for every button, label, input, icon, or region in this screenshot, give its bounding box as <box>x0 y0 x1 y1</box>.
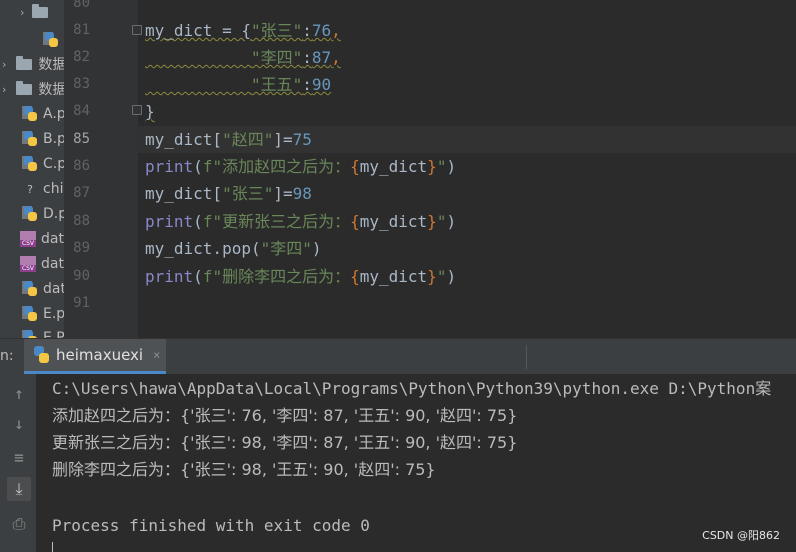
line-number: 80 <box>73 0 90 11</box>
close-icon[interactable]: × <box>153 348 160 362</box>
soft-wrap-icon[interactable]: ≡ <box>7 446 31 470</box>
tree-item-csv-1[interactable]: CSV dat <box>20 227 64 251</box>
line-number: 84 <box>73 103 90 119</box>
folder-icon <box>32 3 48 18</box>
tree-item-py[interactable] <box>0 28 64 52</box>
csv-file-icon: CSV <box>20 231 36 247</box>
python-icon <box>32 346 50 364</box>
console-line-output: 添加赵四之后为：{'张三': 76, '李四': 87, '王五': 90, '… <box>52 406 518 425</box>
ide-top-area: › › 数据 › 数据 A.p B.p C.p ? chi D.p CSV dat CS… <box>0 0 796 338</box>
folder-icon <box>16 55 33 70</box>
arrow-up-icon[interactable]: ↑ <box>7 382 31 406</box>
editor-gutter[interactable]: 80 81 82 83 84 85 86 87 88 89 90 91 <box>64 0 142 338</box>
tree-item-label: dat <box>41 256 64 272</box>
console-line-output: 更新张三之后为：{'张三': 98, '李四': 87, '王五': 90, '… <box>52 433 518 452</box>
python-file-icon <box>43 32 59 48</box>
console-caret <box>52 542 53 552</box>
tree-item-file-e[interactable]: E.p <box>22 302 64 326</box>
tree-item-file-b[interactable]: B.p <box>22 127 64 151</box>
code-line-90: print(f"删除李四之后为：{my_dict}") <box>145 267 457 286</box>
line-number: 82 <box>73 49 90 65</box>
line-number: 81 <box>73 22 90 38</box>
tree-item-folder[interactable]: › <box>0 0 64 24</box>
python-file-icon <box>22 156 38 172</box>
line-number: 89 <box>73 240 90 256</box>
run-panel-header: n: heimaxuexi × <box>0 338 796 375</box>
line-number-current: 85 <box>73 131 90 147</box>
tree-item-label: E.P <box>43 330 64 338</box>
line-number: 88 <box>73 213 90 229</box>
folder-icon <box>16 80 33 95</box>
tree-item-data-folder-2[interactable]: › 数据 <box>0 77 64 101</box>
line-number: 86 <box>73 158 90 174</box>
unknown-file-icon: ? <box>27 182 33 196</box>
python-file-icon <box>22 131 38 147</box>
code-line-82: "李四":87, <box>250 48 341 67</box>
tree-item-label: dat <box>43 281 64 297</box>
code-line-87: my_dict["张三"]=98 <box>145 184 312 203</box>
line-number: 83 <box>73 76 90 92</box>
python-file-icon <box>22 206 38 222</box>
chevron-right-icon[interactable]: › <box>20 6 30 19</box>
python-file-icon <box>22 281 38 297</box>
tree-item-label: B.p <box>43 131 64 147</box>
tree-item-dat-py[interactable]: dat <box>22 277 64 301</box>
line-number: 91 <box>73 295 90 311</box>
tree-item-file-chi[interactable]: ? chi <box>22 177 64 201</box>
project-tree-panel[interactable]: › › 数据 › 数据 A.p B.p C.p ? chi D.p CSV dat CS… <box>0 0 64 338</box>
python-file-icon <box>22 306 38 322</box>
tree-item-label: A.p <box>43 106 64 122</box>
chevron-right-icon[interactable]: › <box>2 58 6 71</box>
csv-file-icon: CSV <box>20 256 36 272</box>
chevron-right-icon[interactable]: › <box>2 83 6 96</box>
run-tab[interactable]: heimaxuexi × <box>24 339 166 374</box>
arrow-down-icon[interactable]: ↓ <box>7 412 31 436</box>
tree-item-label: C.p <box>43 156 64 172</box>
line-number: 87 <box>73 185 90 201</box>
code-editor[interactable]: my_dict = {"张三":76, "李四":87, "王五":90 } m… <box>138 0 796 338</box>
run-toolbar: ↑ ↓ ≡ ⤓ ⎙ <box>0 374 36 552</box>
tree-item-label: dat <box>41 231 64 247</box>
tree-item-label: 数据 <box>38 57 64 73</box>
console-line-output: 删除李四之后为：{'张三': 98, '王五': 90, '赵四': 75} <box>52 460 436 479</box>
code-line-84: } <box>145 102 155 121</box>
console-output[interactable]: C:\Users\hawa\AppData\Local\Programs\Pyt… <box>36 374 796 552</box>
python-file-icon <box>22 106 38 122</box>
tree-item-label: D.p <box>43 206 64 222</box>
line-number: 90 <box>73 268 90 284</box>
tree-item-label: 数据 <box>38 82 64 98</box>
run-panel-label: n: <box>0 348 14 364</box>
divider <box>526 345 527 369</box>
tree-item-file-e2[interactable]: E.P <box>22 326 64 338</box>
code-line-83: "王五":90 <box>250 75 332 94</box>
tree-item-file-c[interactable]: C.p <box>22 152 64 176</box>
tree-item-csv-2[interactable]: CSV dat <box>20 252 64 276</box>
python-file-icon <box>22 330 38 338</box>
code-line-81: my_dict = {"张三":76, <box>145 21 341 40</box>
tree-item-file-d[interactable]: D.p <box>22 202 64 226</box>
tree-item-file-a[interactable]: A.p <box>22 102 64 126</box>
console-line-command: C:\Users\hawa\AppData\Local\Programs\Pyt… <box>52 379 772 398</box>
tree-item-label: E.p <box>43 306 64 322</box>
tree-item-data-folder-1[interactable]: › 数据 <box>0 52 64 76</box>
tree-item-label: chi <box>43 181 64 197</box>
watermark: CSDN @阳862 <box>702 529 780 542</box>
code-line-89: my_dict.pop("李四") <box>145 239 322 258</box>
code-line-86: print(f"添加赵四之后为：{my_dict}") <box>145 157 457 176</box>
code-line-88: print(f"更新张三之后为：{my_dict}") <box>145 212 457 231</box>
code-line-85: my_dict["赵四"]=75 <box>145 130 312 149</box>
print-icon[interactable]: ⎙ <box>7 512 31 536</box>
console-line-exit: Process finished with exit code 0 <box>52 516 370 535</box>
run-tab-name: heimaxuexi <box>56 346 144 364</box>
scroll-to-end-icon[interactable]: ⤓ <box>7 477 31 501</box>
